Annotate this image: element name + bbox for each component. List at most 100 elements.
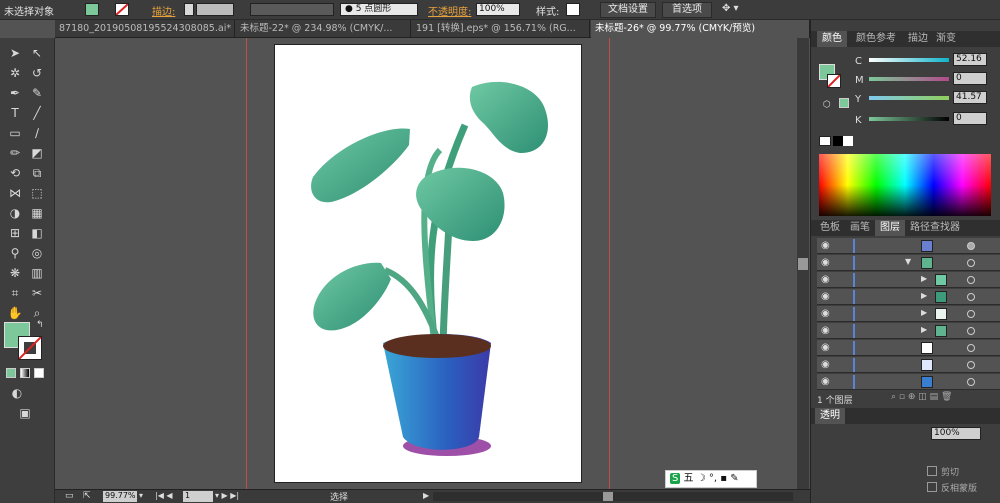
out-of-gamut-icon[interactable]: ⬡ [823, 100, 831, 110]
transparency-opacity-field[interactable]: 100% [931, 427, 981, 440]
layer-row[interactable]: ◉ [817, 238, 1000, 254]
eraser-icon[interactable]: ◩ [28, 144, 46, 162]
preferences-button[interactable]: 首选项 [662, 2, 712, 18]
draw-mode-icon[interactable]: ◐ [8, 384, 26, 402]
vertical-scrollbar[interactable] [797, 38, 809, 489]
mesh-tool-icon[interactable]: ⊞ [6, 224, 24, 242]
target-icon[interactable] [967, 361, 975, 369]
status-menu-icon[interactable]: ▶ [423, 491, 429, 500]
zoom-dropdown-icon[interactable]: ▾ [139, 491, 143, 500]
channel-k-slider[interactable] [869, 117, 949, 121]
target-icon[interactable] [967, 242, 975, 250]
artboard-number-field[interactable]: 1 [183, 491, 213, 502]
target-icon[interactable] [967, 310, 975, 318]
expand-icon[interactable]: ▶ [921, 325, 927, 334]
width-tool-icon[interactable]: ⋈ [6, 184, 24, 202]
clip-checkbox[interactable] [927, 466, 937, 476]
arrange-icon[interactable]: ✥ ▾ [722, 3, 739, 14]
slice-tool-icon[interactable]: ✂ [28, 284, 46, 302]
artboard-tool-icon[interactable]: ⌗ [6, 284, 24, 302]
fill-swatch[interactable] [85, 3, 99, 16]
magic-wand-icon[interactable]: ✲ [6, 64, 24, 82]
screen-mode-icon[interactable]: ▣ [16, 404, 34, 422]
eye-icon[interactable]: ◉ [821, 376, 830, 387]
artboard[interactable] [274, 44, 582, 483]
eyedropper-icon[interactable]: ⚲ [6, 244, 24, 262]
target-icon[interactable] [967, 259, 975, 267]
channel-k-field[interactable]: 0 [953, 112, 987, 125]
channel-y-slider[interactable] [869, 96, 949, 100]
first-artboard-icon[interactable]: |◀ ◀ [155, 491, 173, 500]
eye-icon[interactable]: ◉ [821, 291, 830, 302]
tab-brushes[interactable]: 画笔 [845, 220, 875, 236]
layer-row[interactable]: ◉ ▶ [817, 323, 1000, 339]
tab-color[interactable]: 颜色 [817, 31, 847, 47]
zoom-field[interactable]: 99.77% [103, 491, 137, 502]
eye-icon[interactable]: ◉ [821, 308, 830, 319]
paintbrush-icon[interactable]: ∕ [28, 124, 46, 142]
hand-tool-icon[interactable]: ✋ [6, 304, 24, 322]
eye-icon[interactable]: ◉ [821, 325, 830, 336]
scale-tool-icon[interactable]: ⧉ [28, 164, 46, 182]
tab-color-guide[interactable]: 颜色参考 [851, 31, 901, 47]
swap-colors-icon[interactable]: ↰ [36, 320, 44, 330]
variable-width-select[interactable] [250, 3, 334, 16]
target-icon[interactable] [967, 327, 975, 335]
target-icon[interactable] [967, 344, 975, 352]
stroke-swatch[interactable] [115, 3, 129, 16]
channel-m-slider[interactable] [869, 77, 949, 81]
target-icon[interactable] [967, 293, 975, 301]
lasso-icon[interactable]: ↺ [28, 64, 46, 82]
tab-stroke[interactable]: 描边 [903, 31, 933, 47]
target-icon[interactable] [967, 378, 975, 386]
expand-icon[interactable]: ▶ [921, 308, 927, 317]
symbol-sprayer-icon[interactable]: ❋ [6, 264, 24, 282]
tab-gradient[interactable]: 渐变 [931, 31, 961, 47]
document-setup-button[interactable]: 文档设置 [600, 2, 656, 18]
stroke-weight-stepper[interactable] [184, 3, 194, 16]
opacity-label[interactable]: 不透明度: [428, 3, 471, 18]
layer-row[interactable]: ◉ [817, 340, 1000, 356]
gradient-tool-icon[interactable]: ◧ [28, 224, 46, 242]
eye-icon[interactable]: ◉ [821, 359, 830, 370]
panel-stroke-swatch[interactable] [827, 74, 841, 88]
expand-icon[interactable]: ▶ [921, 291, 927, 300]
shape-builder-icon[interactable]: ◑ [6, 204, 24, 222]
horizontal-scroll-thumb[interactable] [603, 492, 613, 501]
layer-row[interactable]: ◉ ▼ [817, 255, 1000, 271]
channel-y-field[interactable]: 41.57 [953, 91, 987, 104]
tab-pathfinder[interactable]: 路径查找器 [905, 220, 965, 236]
layer-row[interactable]: ◉ ▶ [817, 306, 1000, 322]
layer-row[interactable]: ◉ ▶ [817, 289, 1000, 305]
tab-swatches[interactable]: 色板 [815, 220, 845, 236]
stroke-color-box[interactable] [18, 336, 42, 360]
color-spectrum[interactable] [819, 154, 991, 216]
eye-icon[interactable]: ◉ [821, 257, 830, 268]
screen-mode-icon[interactable]: ▭ [65, 491, 74, 501]
channel-c-slider[interactable] [869, 58, 949, 62]
style-swatch[interactable] [566, 3, 580, 16]
channel-c-field[interactable]: 52.16 [953, 53, 987, 66]
rectangle-tool-icon[interactable]: ▭ [6, 124, 24, 142]
export-icon[interactable]: ⇱ [83, 491, 91, 501]
horizontal-scrollbar[interactable] [433, 492, 793, 501]
curvature-icon[interactable]: ✎ [28, 84, 46, 102]
brush-select[interactable]: ● 5 点圆形 [340, 3, 418, 16]
layer-row[interactable]: ◉ [817, 357, 1000, 373]
tab-transparency[interactable]: 透明 [815, 408, 845, 424]
line-tool-icon[interactable]: ╱ [28, 104, 46, 122]
eye-icon[interactable]: ◉ [821, 274, 830, 285]
channel-m-field[interactable]: 0 [953, 72, 987, 85]
gradient-mode-icon[interactable] [20, 368, 30, 378]
tab-doc-3[interactable]: 191 [转换].eps* @ 156.71% (RG... [412, 20, 590, 38]
target-icon[interactable] [967, 276, 975, 284]
eye-icon[interactable]: ◉ [821, 342, 830, 353]
perspective-icon[interactable]: ▦ [28, 204, 46, 222]
layer-row[interactable]: ◉ ▶ [817, 272, 1000, 288]
ime-toolbar[interactable]: S 五 ☽ °, ▪ ✎ [665, 470, 757, 488]
free-transform-icon[interactable]: ⬚ [28, 184, 46, 202]
black-color-chip[interactable] [833, 136, 843, 146]
selection-tool-icon[interactable]: ➤ [6, 44, 24, 62]
vertical-scroll-thumb[interactable] [798, 258, 808, 270]
stroke-label[interactable]: 描边: [152, 3, 175, 18]
